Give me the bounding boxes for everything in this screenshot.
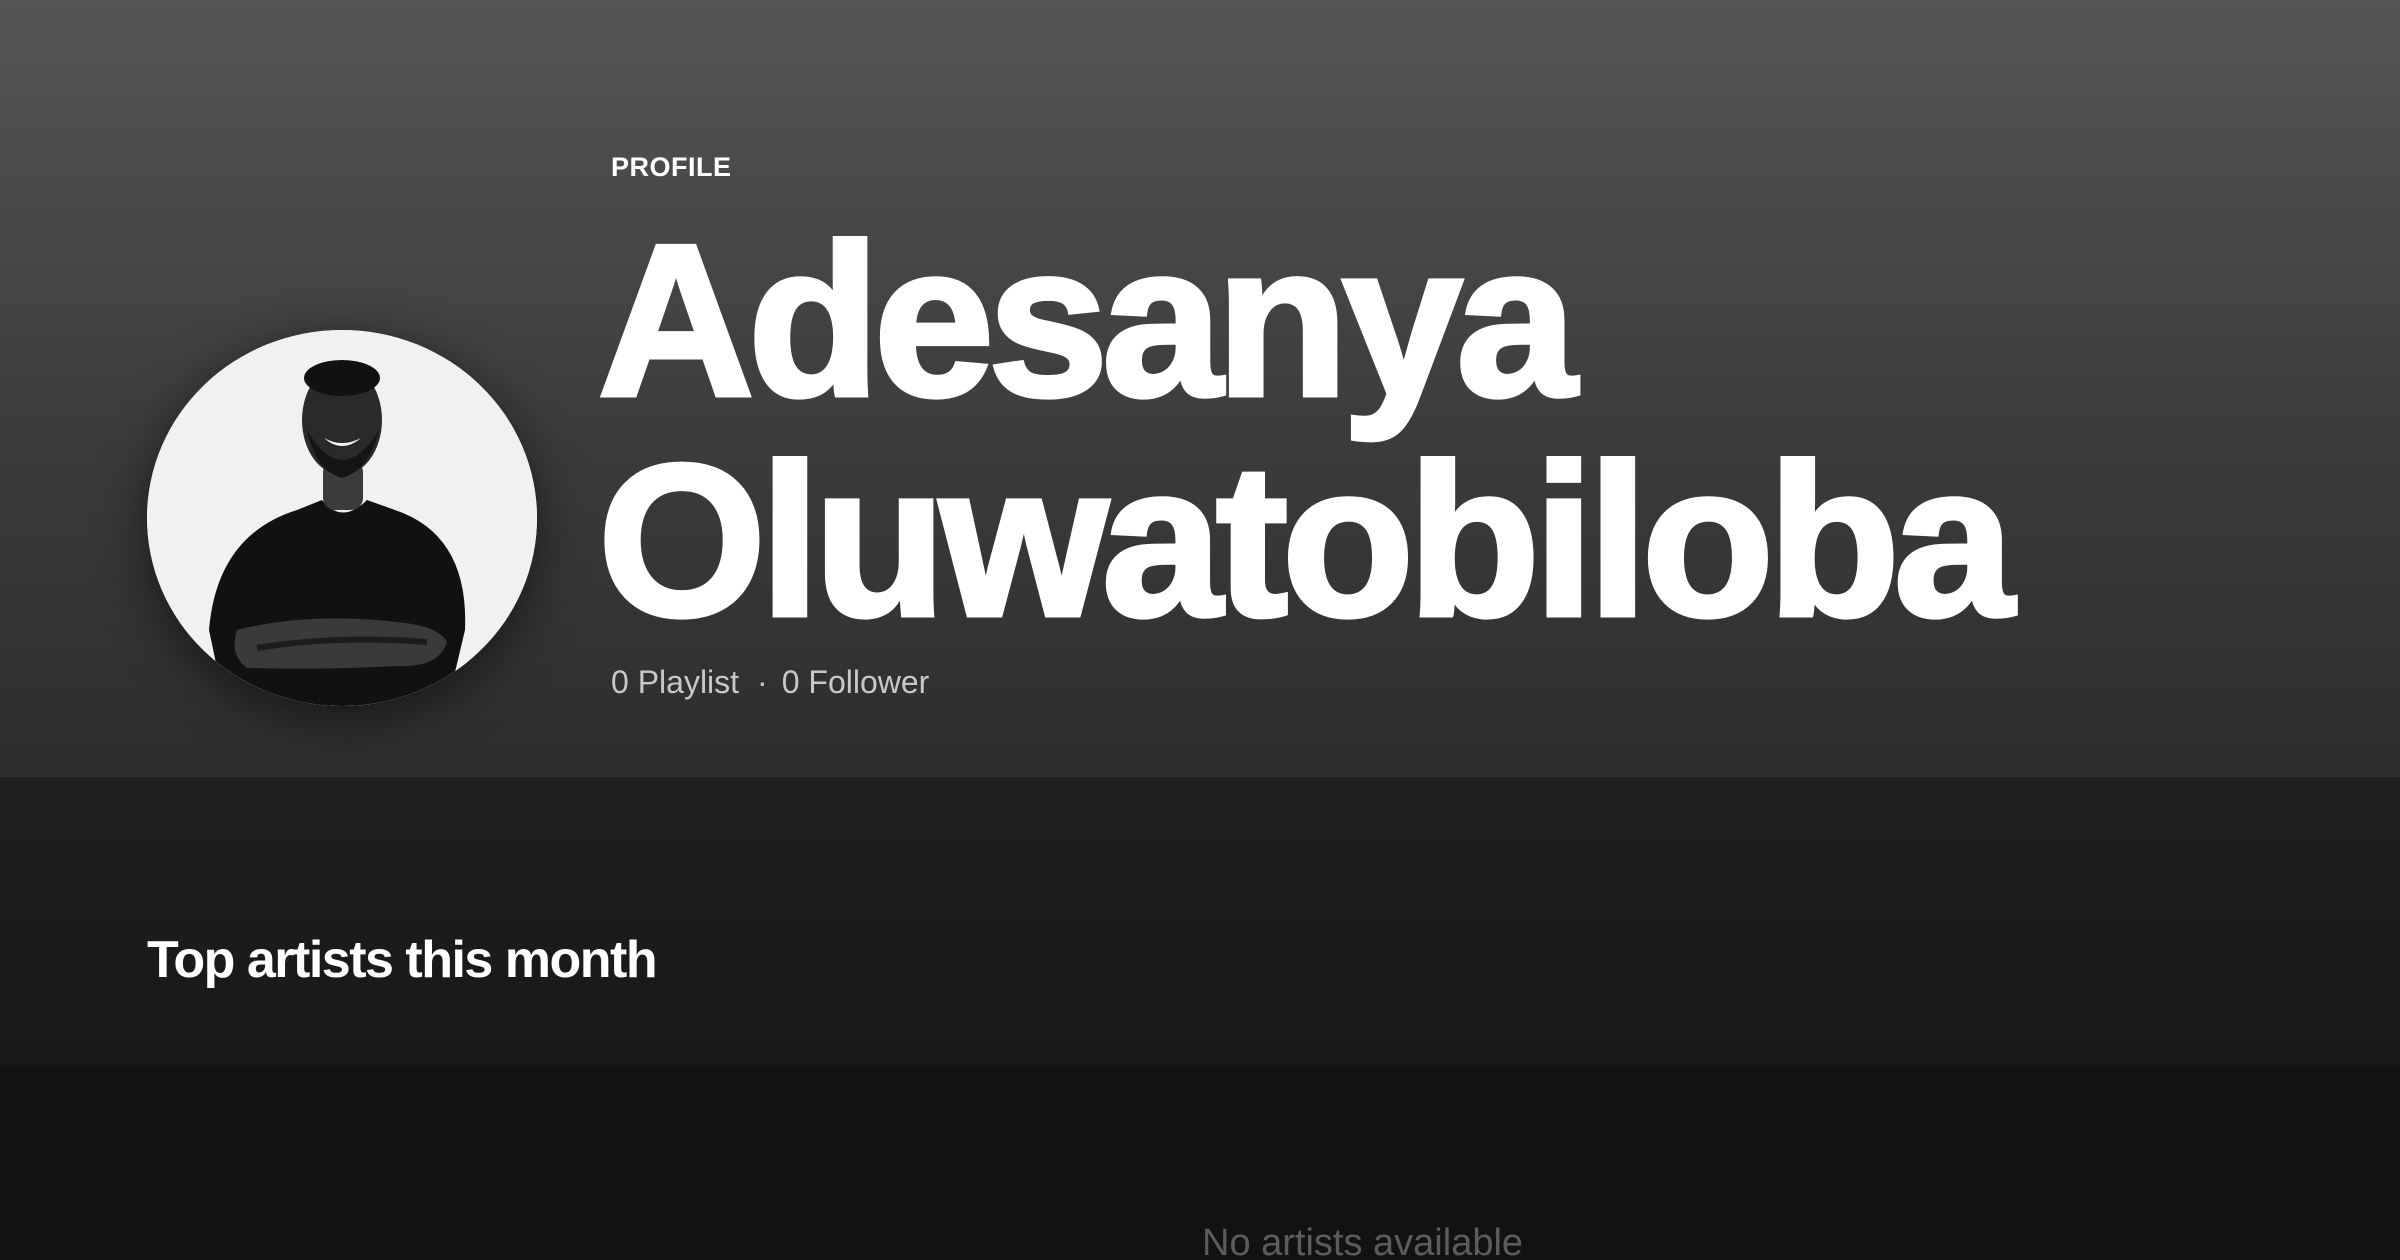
profile-header: PROFILE Adesanya Oluwatobiloba 0 Playlis… <box>0 0 2400 777</box>
profile-name-line-1: Adesanya <box>596 199 1580 441</box>
profile-name-line-2: Oluwatobiloba <box>596 419 2017 661</box>
top-artists-header-band <box>0 777 2400 1065</box>
follower-count[interactable]: 0 Follower <box>782 664 930 700</box>
profile-type-label: PROFILE <box>611 152 732 182</box>
avatar <box>147 330 537 706</box>
playlist-count[interactable]: 0 Playlist <box>611 664 739 700</box>
avatar-photo <box>147 330 537 706</box>
profile-name: Adesanya Oluwatobiloba <box>596 199 2358 661</box>
profile-stats: 0 Playlist · 0 Follower <box>611 664 929 701</box>
empty-state-message: No artists available <box>1202 1222 1524 1260</box>
profile-page: PROFILE Adesanya Oluwatobiloba 0 Playlis… <box>0 0 2400 1260</box>
top-artists-list <box>0 1065 2400 1260</box>
top-artists-title[interactable]: Top artists this month <box>147 930 658 990</box>
stats-separator: · <box>757 664 768 700</box>
